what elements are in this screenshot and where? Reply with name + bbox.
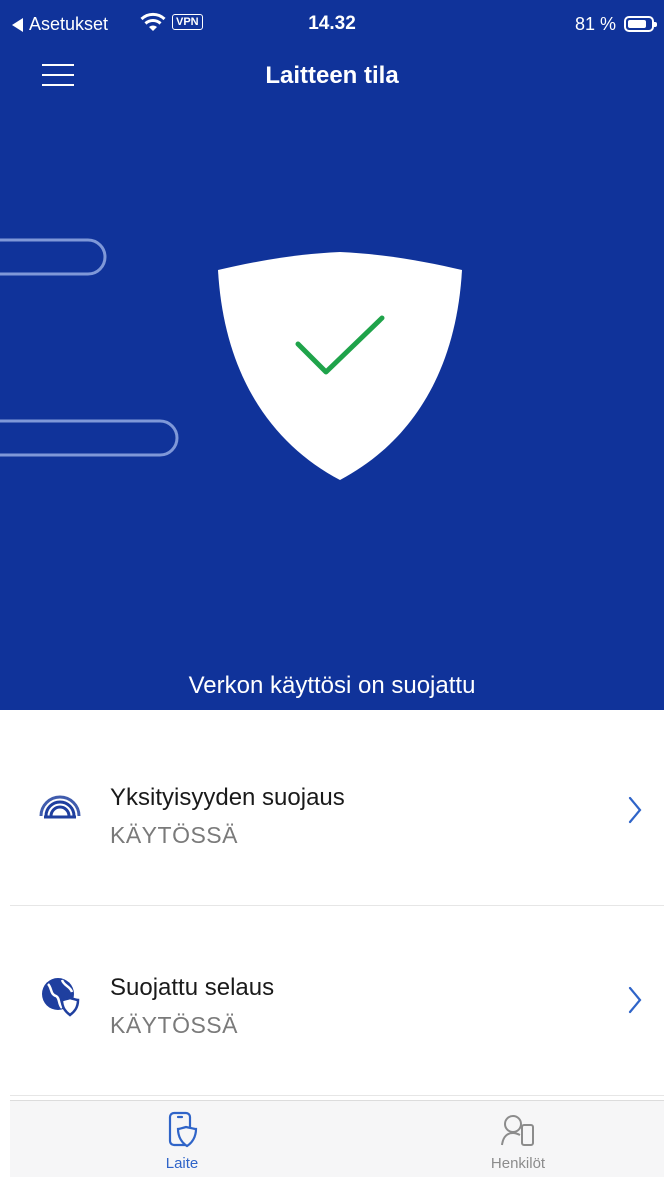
battery-level-fill bbox=[628, 20, 646, 28]
privacy-protection-title: Yksityisyyden suojaus bbox=[110, 784, 345, 811]
battery-percent: 81 % bbox=[574, 14, 616, 34]
shield-check-icon bbox=[218, 252, 462, 480]
status-bar: Asetukset VPN 14.32 81 % bbox=[0, 0, 664, 46]
list-item-safe-browsing[interactable]: Suojattu selaus KÄYTÖSSÄ bbox=[10, 906, 664, 1096]
bottom-tab-bar: Laite Henkilöt bbox=[10, 1100, 664, 1177]
page-title: Laitteen tila bbox=[265, 62, 399, 89]
decorative-pill-top bbox=[0, 238, 107, 276]
privacy-signal-icon bbox=[39, 795, 81, 819]
safe-browsing-status: KÄYTÖSSÄ bbox=[110, 1012, 238, 1038]
hero-section: Asetukset VPN 14.32 81 % Laitteen tila V… bbox=[0, 0, 664, 710]
tab-device-label: Laite bbox=[165, 1155, 199, 1172]
device-shield-icon bbox=[168, 1111, 198, 1148]
privacy-protection-status: KÄYTÖSSÄ bbox=[110, 822, 238, 848]
tab-people[interactable]: Henkilöt bbox=[428, 1101, 608, 1178]
tab-people-label: Henkilöt bbox=[490, 1155, 546, 1172]
safe-browsing-title: Suojattu selaus bbox=[110, 974, 275, 1001]
chevron-right-icon bbox=[628, 986, 642, 1014]
globe-shield-icon bbox=[42, 978, 80, 1017]
decorative-pill-bottom bbox=[0, 419, 179, 457]
battery-icon bbox=[624, 16, 657, 32]
clock-time: 14.32 bbox=[308, 13, 356, 34]
list-item-privacy-protection[interactable]: Yksityisyyden suojaus KÄYTÖSSÄ bbox=[10, 716, 664, 906]
tab-device[interactable]: Laite bbox=[92, 1101, 272, 1178]
chevron-right-icon bbox=[628, 796, 642, 824]
people-device-icon bbox=[501, 1115, 534, 1146]
protection-status-caption: Verkon käyttösi on suojattu bbox=[188, 672, 476, 699]
